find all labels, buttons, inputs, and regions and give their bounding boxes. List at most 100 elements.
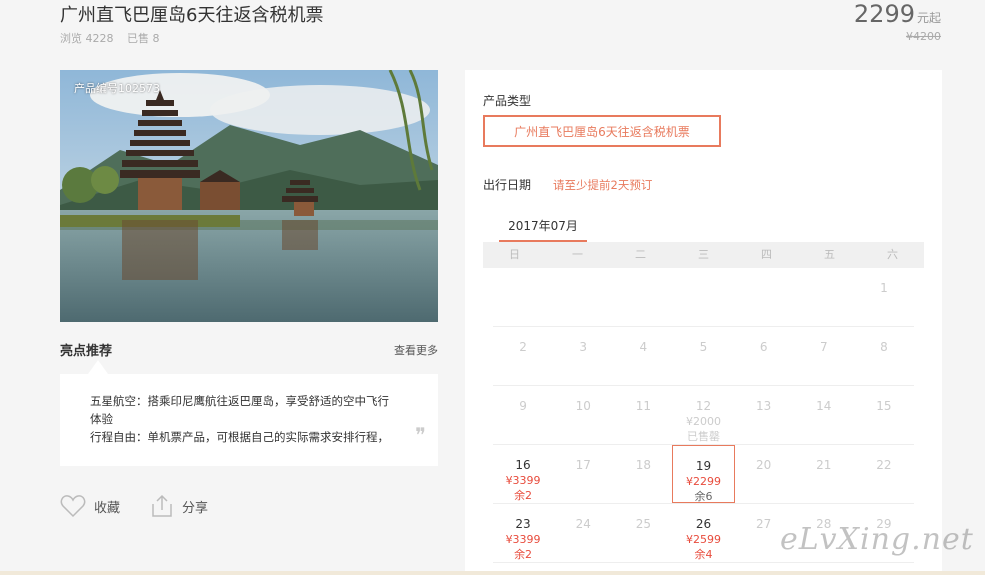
sold-count: 已售 8 — [127, 32, 160, 45]
calendar-empty-cell — [673, 268, 733, 326]
day-price: ¥2000 — [685, 415, 721, 428]
calendar-empty-cell — [553, 268, 613, 326]
calendar-day[interactable]: 23 ¥3399 余2 — [493, 504, 553, 562]
day-number: 21 — [816, 458, 832, 472]
weekday-label: 二 — [635, 248, 646, 261]
calendar-day: 5 — [673, 327, 733, 385]
weekday-label: 一 — [572, 248, 583, 261]
share-button[interactable]: 分享 — [150, 494, 208, 518]
calendar-day: 25 — [613, 504, 673, 562]
quote-icon: ❞ — [415, 423, 426, 447]
calendar-day: 1 — [854, 268, 914, 326]
product-number: 产品编号102573 — [74, 82, 160, 95]
highlights-pointer — [88, 360, 108, 374]
highlights-box: 五星航空：搭乘印尼鹰航往返巴厘岛，享受舒适的空中飞行 体验 行程自由：单机票产品… — [60, 374, 438, 466]
calendar-empty-cell — [794, 268, 854, 326]
remaining-seats: 余4 — [694, 548, 713, 561]
original-price: ¥4200 — [906, 30, 941, 43]
weekday-label: 六 — [887, 248, 898, 261]
calendar-day: 20 — [734, 445, 794, 503]
calendar-day: 12 ¥2000 已售罄 — [673, 386, 733, 444]
calendar-day: 10 — [553, 386, 613, 444]
highlight-line: 五星航空：搭乘印尼鹰航往返巴厘岛，享受舒适的空中飞行 — [90, 394, 389, 408]
day-number: 4 — [639, 340, 648, 354]
product-type-label: 产品类型 — [483, 94, 532, 108]
calendar-day[interactable]: 19 ¥2299 余6 — [672, 445, 735, 503]
product-type-option[interactable]: 广州直飞巴厘岛6天往返含税机票 — [483, 115, 721, 147]
remaining-seats: 余2 — [514, 489, 533, 502]
calendar-day[interactable]: 26 ¥2599 余4 — [673, 504, 733, 562]
calendar: 日 一 二 三 四 五 六 1 2 3 4 5 6 7 8 9 10 11 12 ¥2000 已售罄 13 1… — [483, 242, 924, 563]
day-number: 7 — [819, 340, 828, 354]
heart-icon — [60, 495, 86, 518]
day-number: 20 — [755, 458, 772, 472]
date-hint: 请至少提前2天预订 — [553, 178, 653, 192]
booking-panel: 产品类型 广州直飞巴厘岛6天往返含税机票 出行日期 请至少提前2天预订 2017… — [465, 70, 942, 575]
calendar-day: 22 — [854, 445, 914, 503]
day-number: 8 — [880, 340, 888, 354]
day-number: 25 — [635, 517, 651, 531]
calendar-day: 18 — [613, 445, 673, 503]
highlights-title: 亮点推荐 — [60, 344, 113, 359]
day-number: 23 — [515, 517, 531, 531]
calendar-week-row: 9 10 11 12 ¥2000 已售罄 13 14 15 — [493, 386, 914, 445]
day-number: 19 — [695, 459, 712, 473]
calendar-day: 17 — [553, 445, 613, 503]
highlight-line: 体验 — [90, 412, 113, 426]
day-number: 15 — [876, 399, 892, 413]
day-price: ¥2599 — [685, 533, 721, 546]
day-number: 1 — [880, 281, 888, 295]
day-number: 18 — [635, 458, 651, 472]
day-number: 14 — [816, 399, 832, 413]
day-number: 22 — [876, 458, 892, 472]
day-number: 10 — [575, 399, 591, 413]
day-number: 16 — [515, 458, 531, 472]
calendar-day: 8 — [854, 327, 914, 385]
travel-date-label: 出行日期 — [483, 178, 532, 192]
day-price: ¥3399 — [505, 474, 541, 487]
bali-temple-image — [60, 70, 438, 322]
day-number: 11 — [635, 399, 651, 413]
calendar-day: 11 — [613, 386, 673, 444]
calendar-day: 13 — [734, 386, 794, 444]
views-count: 浏览 4228 — [60, 32, 114, 45]
product-photo[interactable]: 产品编号102573 — [60, 70, 438, 322]
calendar-day: 3 — [553, 327, 613, 385]
day-number: 17 — [575, 458, 591, 472]
calendar-day: 6 — [734, 327, 794, 385]
favorite-label: 收藏 — [94, 500, 121, 516]
weekday-label: 四 — [761, 248, 772, 261]
day-number: 3 — [579, 340, 588, 354]
calendar-day[interactable]: 16 ¥3399 余2 — [493, 445, 553, 503]
price-unit: 元起 — [916, 11, 941, 25]
calendar-empty-cell — [734, 268, 794, 326]
highlight-line: 行程自由：单机票产品，可根据自己的实际需求安排行程， — [90, 430, 389, 444]
day-number: 24 — [575, 517, 591, 531]
remaining-seats: 余2 — [514, 548, 533, 561]
day-number: 12 — [695, 399, 712, 413]
price-box: 2299 元起 ¥4200 — [854, 0, 941, 43]
calendar-body: 1 2 3 4 5 6 7 8 9 10 11 12 ¥2000 已售罄 13 14 15 16 ¥3399 余2 17… — [483, 268, 924, 563]
watermark: eLvXing.net — [780, 522, 974, 557]
calendar-empty-cell — [613, 268, 673, 326]
share-icon — [152, 494, 172, 517]
day-number: 6 — [759, 340, 768, 354]
day-number: 9 — [519, 399, 527, 413]
remaining-seats: 余6 — [694, 490, 713, 503]
product-title: 广州直飞巴厘岛6天往返含税机票 — [60, 5, 324, 26]
favorite-button[interactable]: 收藏 — [60, 494, 120, 518]
calendar-day: 2 — [493, 327, 553, 385]
share-label: 分享 — [182, 500, 209, 516]
calendar-day: 7 — [794, 327, 854, 385]
month-tab[interactable]: 2017年07月 — [499, 217, 587, 243]
calendar-week-row: 2 3 4 5 6 7 8 — [493, 327, 914, 386]
day-price: ¥3399 — [505, 533, 541, 546]
price-value: 2299 — [853, 0, 915, 28]
bottom-strip — [0, 571, 985, 575]
calendar-week-row: 1 — [493, 268, 914, 327]
weekday-header: 日 一 二 三 四 五 六 — [483, 242, 924, 268]
calendar-day: 9 — [493, 386, 553, 444]
day-number: 2 — [519, 340, 527, 354]
view-more-link[interactable]: 查看更多 — [394, 342, 438, 358]
calendar-day: 4 — [613, 327, 673, 385]
